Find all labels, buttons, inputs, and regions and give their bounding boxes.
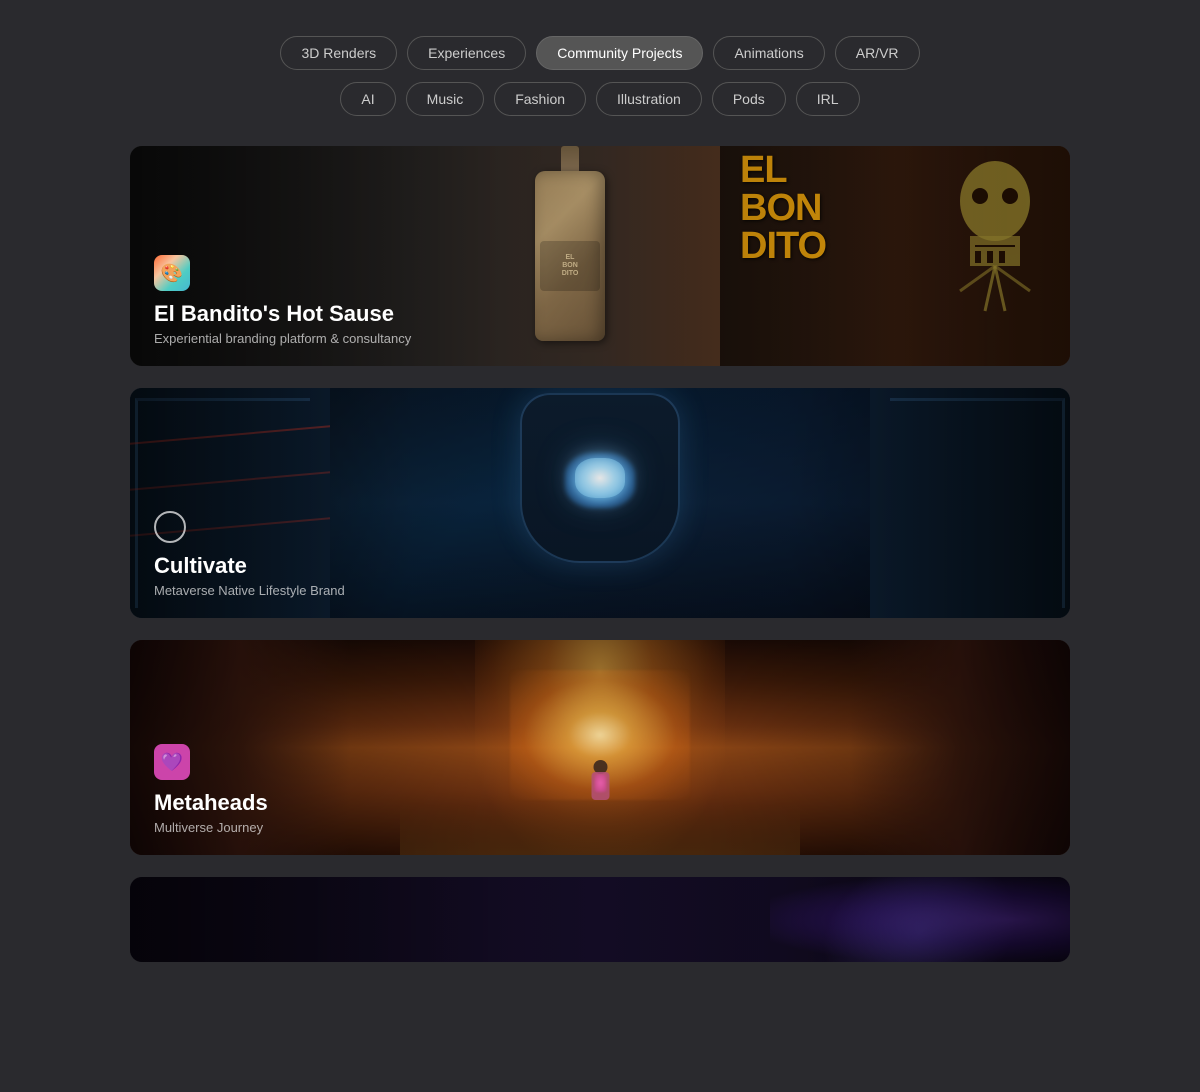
card-subtitle-el-bandito: Experiential branding platform & consult…: [154, 331, 1046, 346]
nav-pill-illustration[interactable]: Illustration: [596, 82, 702, 116]
nav-pill-ar-vr[interactable]: AR/VR: [835, 36, 920, 70]
nav-row-1: 3D Renders Experiences Community Project…: [280, 36, 919, 70]
nav-pill-animations[interactable]: Animations: [713, 36, 824, 70]
card-content-cultivate: Cultivate Metaverse Native Lifestyle Bra…: [130, 491, 1070, 618]
nav-section: 3D Renders Experiences Community Project…: [0, 20, 1200, 146]
card-icon-cultivate: [154, 511, 186, 543]
nav-pill-ai[interactable]: AI: [340, 82, 395, 116]
card-subtitle-metaheads: Multiverse Journey: [154, 820, 1046, 835]
card-icon-el-bandito: 🎨: [154, 255, 190, 291]
nav-pill-community-projects[interactable]: Community Projects: [536, 36, 703, 70]
nav-pill-music[interactable]: Music: [406, 82, 485, 116]
nav-pill-fashion[interactable]: Fashion: [494, 82, 586, 116]
card-icon-metaheads: 💜: [154, 744, 190, 780]
card-title-el-bandito: El Bandito's Hot Sause: [154, 301, 1046, 327]
project-card-cultivate[interactable]: Cultivate Metaverse Native Lifestyle Bra…: [130, 388, 1070, 618]
nav-pill-3d-renders[interactable]: 3D Renders: [280, 36, 397, 70]
nav-pill-experiences[interactable]: Experiences: [407, 36, 526, 70]
content-area: ELBONDITO ELBONDITO: [110, 146, 1090, 962]
card-content-el-bandito: 🎨 El Bandito's Hot Sause Experiential br…: [130, 235, 1070, 366]
nav-pill-irl[interactable]: IRL: [796, 82, 860, 116]
card-title-cultivate: Cultivate: [154, 553, 1046, 579]
project-card-el-bandito[interactable]: ELBONDITO ELBONDITO: [130, 146, 1070, 366]
project-card-4[interactable]: [130, 877, 1070, 962]
card-content-metaheads: 💜 Metaheads Multiverse Journey: [130, 724, 1070, 855]
project-card-metaheads[interactable]: 💜 Metaheads Multiverse Journey: [130, 640, 1070, 855]
nav-row-2: AI Music Fashion Illustration Pods IRL: [340, 82, 859, 116]
card-title-metaheads: Metaheads: [154, 790, 1046, 816]
card-subtitle-cultivate: Metaverse Native Lifestyle Brand: [154, 583, 1046, 598]
nav-pill-pods[interactable]: Pods: [712, 82, 786, 116]
